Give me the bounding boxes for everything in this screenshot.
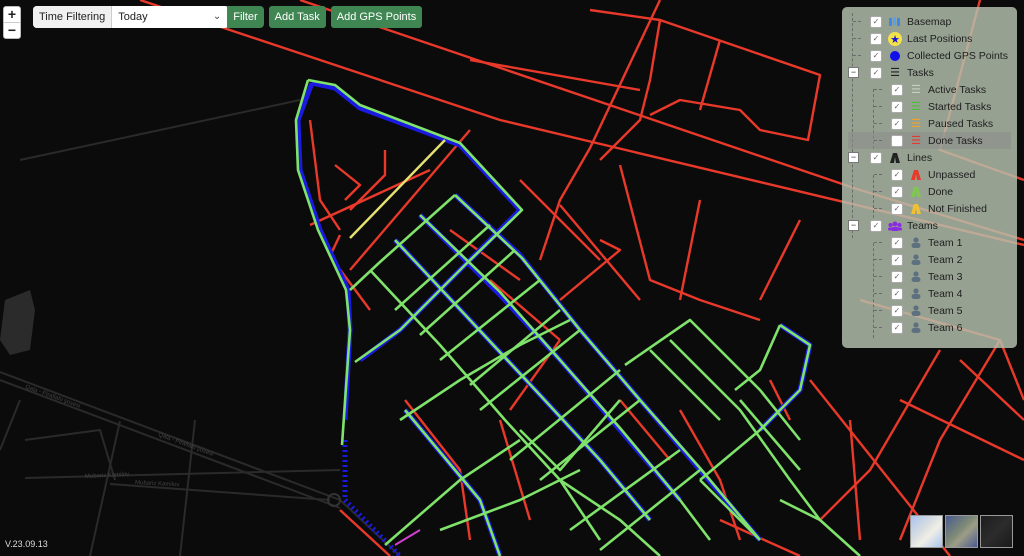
layer-label: Basemap (907, 15, 952, 28)
paused-tasks-checkbox[interactable]: ✓ (891, 117, 903, 130)
chevron-down-icon: ⌄ (212, 11, 222, 22)
time-filter-select[interactable]: Today ⌄ (112, 6, 229, 28)
team-3-checkbox[interactable]: ✓ (891, 270, 903, 283)
layer-basemap[interactable]: ✓ Basemap (848, 13, 1017, 30)
layer-label: Done (928, 185, 954, 198)
layer-last-positions[interactable]: ✓ ★ Last Positions (848, 30, 1017, 47)
time-filter-group: Time Filtering Today ⌄ (33, 6, 230, 28)
layer-control-panel: ✓ Basemap ✓ ★ Last Positions ✓ Collected… (842, 7, 1017, 348)
lines-checkbox[interactable]: ✓ (870, 151, 882, 164)
done-checkbox[interactable]: ✓ (891, 185, 903, 198)
layer-label: Done Tasks (928, 134, 983, 147)
layer-label: Team 6 (928, 321, 963, 334)
layer-label: Tasks (907, 66, 934, 79)
time-filter-value: Today (118, 11, 148, 23)
layer-label: Not Finished (928, 202, 987, 215)
user-icon (909, 271, 923, 283)
layer-not-finished[interactable]: ✓ Not Finished (848, 200, 1017, 217)
map-icon (888, 16, 902, 28)
layer-label: Team 5 (928, 304, 963, 317)
zoom-in-button[interactable]: + (4, 7, 20, 22)
user-icon (909, 237, 923, 249)
tasks-checkbox[interactable]: ✓ (870, 66, 882, 79)
layer-team-1[interactable]: ✓ Team 1 (848, 234, 1017, 251)
layer-team-2[interactable]: ✓ Team 2 (848, 251, 1017, 268)
last-positions-checkbox[interactable]: ✓ (870, 32, 882, 45)
active-tasks-checkbox[interactable]: ✓ (891, 83, 903, 96)
zoom-control: + − (3, 6, 21, 39)
road-icon (909, 186, 923, 198)
list-icon: ☰ (911, 101, 921, 113)
layer-label: Team 4 (928, 287, 963, 300)
user-icon (909, 254, 923, 266)
team-5-checkbox[interactable]: ✓ (891, 304, 903, 317)
layer-team-6[interactable]: ✓ Team 6 (848, 319, 1017, 336)
star-icon: ★ (888, 31, 902, 46)
svg-text:★: ★ (890, 34, 900, 46)
layer-collected-gps-points[interactable]: ✓ Collected GPS Points (848, 47, 1017, 64)
team-1-checkbox[interactable]: ✓ (891, 236, 903, 249)
layer-label: Team 3 (928, 270, 963, 283)
layer-team-4[interactable]: ✓ Team 4 (848, 285, 1017, 302)
layer-group-tasks[interactable]: − ✓ ☰ Tasks (848, 64, 1017, 81)
layer-done[interactable]: ✓ Done (848, 183, 1017, 200)
layer-team-5[interactable]: ✓ Team 5 (848, 302, 1017, 319)
layer-label: Started Tasks (928, 100, 992, 113)
layer-label: Team 1 (928, 236, 963, 249)
version-label: V.23.09.13 (5, 539, 48, 549)
add-task-button[interactable]: Add Task (268, 6, 326, 28)
layer-group-teams[interactable]: − ✓ Teams (848, 217, 1017, 234)
layer-label: Lines (907, 151, 933, 164)
user-icon (909, 322, 923, 334)
list-icon: ☰ (911, 84, 921, 96)
layer-label: Paused Tasks (928, 117, 994, 130)
user-icon (909, 288, 923, 300)
layer-group-lines[interactable]: − ✓ Lines (848, 149, 1017, 166)
layer-label: Team 2 (928, 253, 963, 266)
zoom-out-button[interactable]: − (4, 22, 20, 38)
road-icon (888, 152, 902, 164)
basemap-thumb-satellite[interactable] (945, 515, 978, 548)
started-tasks-checkbox[interactable]: ✓ (891, 100, 903, 113)
toolbar: Time Filtering Today ⌄ Filter Add Task A… (33, 6, 423, 28)
not-finished-checkbox[interactable]: ✓ (891, 202, 903, 215)
unpassed-checkbox[interactable]: ✓ (891, 168, 903, 181)
team-2-checkbox[interactable]: ✓ (891, 253, 903, 266)
collapse-lines-button[interactable]: − (848, 152, 859, 163)
basemap-checkbox[interactable]: ✓ (870, 15, 882, 28)
gps-points-checkbox[interactable]: ✓ (870, 49, 882, 62)
user-icon (909, 305, 923, 317)
collapse-tasks-button[interactable]: − (848, 67, 859, 78)
layer-label: Teams (907, 219, 938, 232)
list-icon: ☰ (911, 135, 921, 147)
basemap-thumb-street[interactable] (910, 515, 943, 548)
basemap-switcher (910, 515, 1013, 548)
layer-done-tasks[interactable]: ☰ Done Tasks (848, 132, 1011, 149)
teams-checkbox[interactable]: ✓ (870, 219, 882, 232)
layer-active-tasks[interactable]: ✓ ☰ Active Tasks (848, 81, 1017, 98)
layer-team-3[interactable]: ✓ Team 3 (848, 268, 1017, 285)
layer-started-tasks[interactable]: ✓ ☰ Started Tasks (848, 98, 1017, 115)
team-4-checkbox[interactable]: ✓ (891, 287, 903, 300)
layer-label: Unpassed (928, 168, 976, 181)
collapse-teams-button[interactable]: − (848, 220, 859, 231)
road-icon (909, 203, 923, 215)
filter-button[interactable]: Filter (227, 6, 264, 28)
layer-unpassed[interactable]: ✓ Unpassed (848, 166, 1017, 183)
users-icon (888, 220, 902, 232)
layer-label: Active Tasks (928, 83, 987, 96)
list-icon: ☰ (890, 67, 900, 79)
list-icon: ☰ (911, 118, 921, 130)
add-gps-points-button[interactable]: Add GPS Points (330, 6, 423, 28)
done-tasks-checkbox[interactable] (891, 134, 903, 147)
layer-label: Last Positions (907, 32, 973, 45)
team-6-checkbox[interactable]: ✓ (891, 321, 903, 334)
basemap-thumb-dark[interactable] (980, 515, 1013, 548)
road-icon (909, 169, 923, 181)
dot-icon (888, 50, 902, 62)
layer-label: Collected GPS Points (907, 49, 1008, 62)
layer-paused-tasks[interactable]: ✓ ☰ Paused Tasks (848, 115, 1017, 132)
time-filter-label: Time Filtering (33, 6, 113, 28)
